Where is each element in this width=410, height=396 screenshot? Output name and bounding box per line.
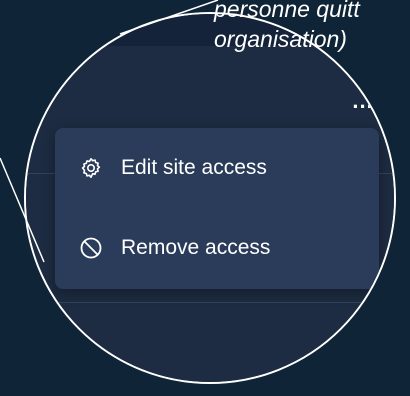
- caption-line-1: personne quitt: [214, 0, 360, 22]
- menu-item-label: Remove access: [121, 236, 271, 259]
- caption-line-2: organisation): [214, 26, 347, 52]
- context-menu: Edit site access Remove access: [55, 128, 379, 289]
- menu-item-remove-access[interactable]: Remove access: [55, 220, 379, 276]
- row-divider: [26, 302, 394, 303]
- menu-item-edit-site-access[interactable]: Edit site access: [55, 140, 379, 196]
- annotation-caption: personne quitt organisation): [214, 0, 360, 54]
- menu-item-label: Edit site access: [121, 156, 267, 179]
- prohibited-icon: [80, 237, 102, 259]
- more-options-button[interactable]: ...: [345, 90, 381, 117]
- zoomed-view: ... Edit site access Remove access: [26, 14, 394, 382]
- magnifier-circle: ... Edit site access Remove access: [24, 12, 396, 384]
- gear-icon: [81, 158, 101, 178]
